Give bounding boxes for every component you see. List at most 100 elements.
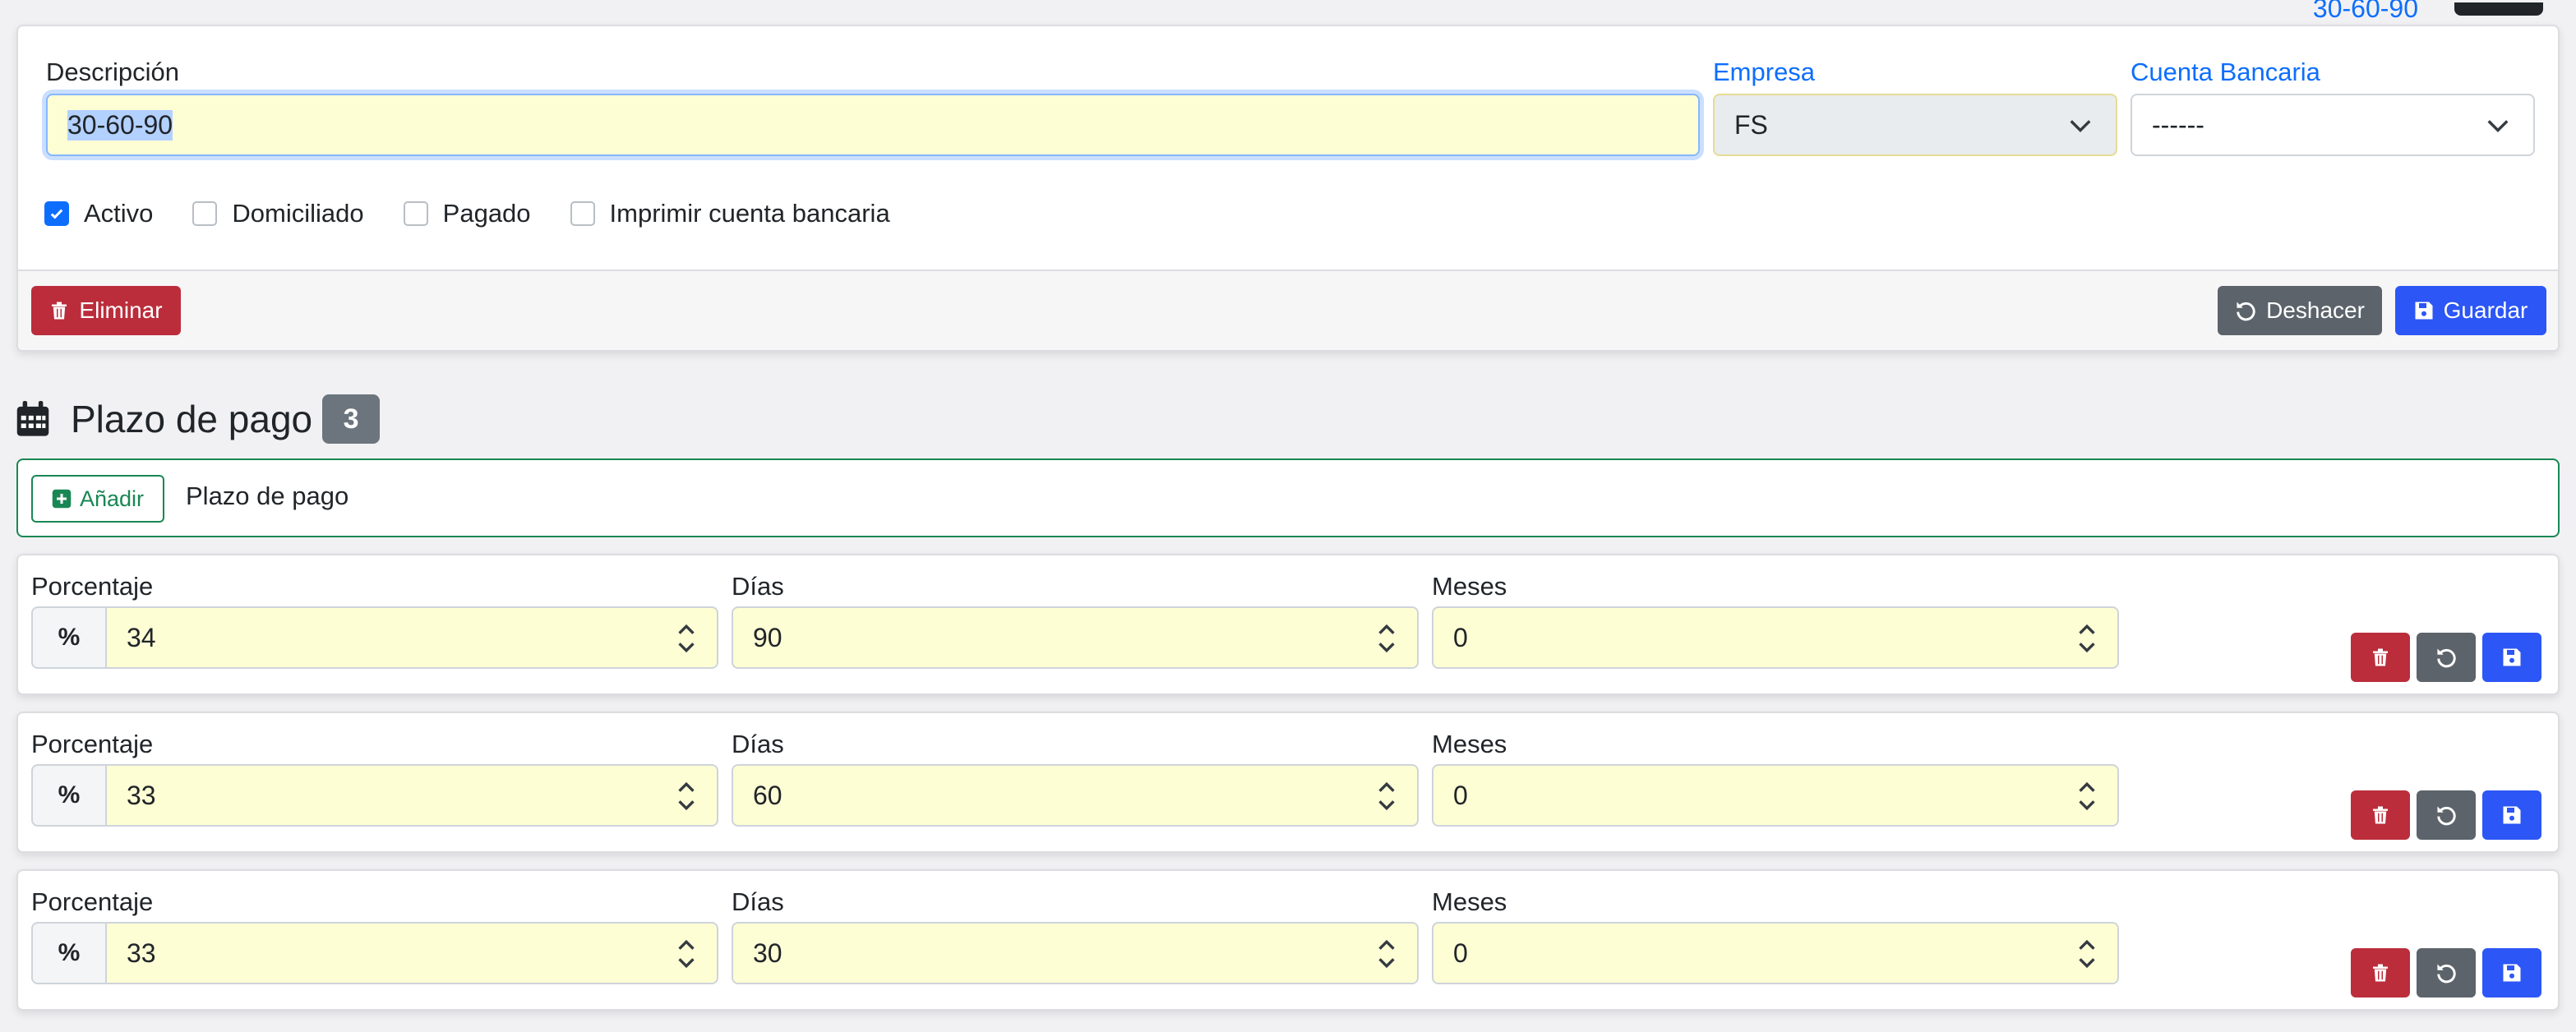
trash-icon [2373,806,2388,824]
meses-value: 0 [1453,622,1468,652]
domiciliado-label: Domiciliado [232,199,364,228]
undo-row-button[interactable] [2417,633,2476,682]
spinner-arrows-icon[interactable] [677,938,695,970]
dias-input[interactable]: 60 [732,764,1419,827]
descripcion-label: Descripción [46,58,179,86]
meses-input[interactable]: 0 [1432,606,2119,669]
payment-term-row: Porcentaje Días Meses % 33 30 0 [16,869,2560,1011]
meses-label: Meses [1432,572,1507,601]
top-clipped-area: 30-60-90 [2313,0,2543,24]
top-link[interactable]: 30-60-90 [2313,0,2418,24]
floppy-disk-icon [2415,302,2433,320]
dias-value: 90 [753,622,782,652]
eliminar-button[interactable]: Eliminar [31,286,181,335]
calendar-icon [16,401,49,436]
undo-row-button[interactable] [2417,948,2476,997]
guardar-button[interactable]: Guardar [2395,286,2546,335]
dias-input[interactable]: 30 [732,922,1419,984]
dias-input[interactable]: 90 [732,606,1419,669]
delete-row-button[interactable] [2351,948,2410,997]
meses-input[interactable]: 0 [1432,922,2119,984]
porcentaje-input[interactable]: 34 [105,606,718,669]
section-header: Plazo de pago 3 [15,394,381,444]
payment-term-row: Porcentaje Días Meses % 34 90 0 [16,554,2560,695]
save-row-button[interactable] [2482,633,2541,682]
imprimir-cuenta-bancaria-checkbox[interactable]: Imprimir cuenta bancaria [570,199,890,228]
checkmark-icon [50,209,63,219]
spinner-arrows-icon[interactable] [677,623,695,654]
meses-label: Meses [1432,730,1507,758]
eliminar-label: Eliminar [79,297,163,323]
empresa-select[interactable]: FS [1713,94,2117,156]
cuenta-bancaria-label[interactable]: Cuenta Bancaria [2131,58,2320,87]
save-row-button[interactable] [2482,948,2541,997]
trash-icon [52,302,67,320]
pagado-label: Pagado [442,199,531,228]
descripcion-input[interactable]: 30-60-90 [46,94,1700,156]
chevron-down-icon [2070,120,2091,133]
checkbox-row: Activo Domiciliado Pagado Imprimir cuent… [44,199,930,228]
spinner-arrows-icon[interactable] [1378,781,1396,812]
pagado-checkbox[interactable]: Pagado [403,199,531,228]
spinner-arrows-icon[interactable] [2078,781,2096,812]
spinner-arrows-icon[interactable] [1378,938,1396,970]
dias-value: 30 [753,938,782,968]
delete-row-button[interactable] [2351,790,2410,840]
meses-value: 0 [1453,938,1468,968]
count-badge: 3 [322,394,381,444]
percent-icon: % [31,606,107,669]
empresa-label[interactable]: Empresa [1713,58,1815,87]
guardar-label: Guardar [2443,297,2528,323]
dias-label: Días [732,730,784,758]
porcentaje-value: 34 [127,622,156,652]
spinner-arrows-icon[interactable] [2078,938,2096,970]
payment-term-row: Porcentaje Días Meses % 33 60 0 [16,712,2560,853]
payment-method-form-card: Descripción 30-60-90 Empresa FS Cuenta B… [16,25,2560,352]
dias-label: Días [732,887,784,916]
floppy-disk-icon [2503,648,2521,666]
spinner-arrows-icon[interactable] [1378,623,1396,654]
meses-input[interactable]: 0 [1432,764,2119,827]
porcentaje-input[interactable]: 33 [105,764,718,827]
checkbox-unchecked[interactable] [570,201,595,226]
porcentaje-input-group: % 33 [31,922,718,984]
porcentaje-value: 33 [127,780,156,810]
spinner-arrows-icon[interactable] [2078,623,2096,654]
porcentaje-label: Porcentaje [31,887,154,916]
save-row-button[interactable] [2482,790,2541,840]
percent-icon: % [31,764,107,827]
chevron-down-icon [2487,120,2509,133]
anadir-label: Añadir [79,486,145,511]
undo-row-button[interactable] [2417,790,2476,840]
deshacer-button[interactable]: Deshacer [2218,286,2382,335]
porcentaje-label: Porcentaje [31,730,154,758]
top-dark-button[interactable] [2454,2,2543,16]
imprimir-cuenta-bancaria-label: Imprimir cuenta bancaria [609,199,890,228]
descripcion-value: 30-60-90 [67,109,173,141]
deshacer-label: Deshacer [2266,297,2365,323]
plus-square-icon [52,489,72,509]
delete-row-button[interactable] [2351,633,2410,682]
domiciliado-checkbox[interactable]: Domiciliado [192,199,364,228]
meses-label: Meses [1432,887,1507,916]
checkbox-unchecked[interactable] [192,201,218,226]
anadir-button[interactable]: Añadir [31,475,164,523]
checkbox-unchecked[interactable] [403,201,428,226]
spinner-arrows-icon[interactable] [677,781,695,812]
activo-label: Activo [84,199,154,228]
porcentaje-input[interactable]: 33 [105,922,718,984]
form-body: Descripción 30-60-90 Empresa FS Cuenta B… [18,26,2558,274]
activo-checkbox[interactable]: Activo [44,199,153,228]
porcentaje-label: Porcentaje [31,572,154,601]
dias-value: 60 [753,780,782,810]
checkbox-checked[interactable] [44,201,69,226]
undo-icon [2437,648,2456,668]
meses-value: 0 [1453,780,1468,810]
porcentaje-value: 33 [127,938,156,968]
empresa-value: FS [1734,109,1768,140]
section-title: Plazo de pago [71,398,313,440]
porcentaje-input-group: % 33 [31,764,718,827]
form-footer: Eliminar Deshacer Guardar [18,270,2558,350]
cuenta-bancaria-select[interactable]: ------ [2131,94,2535,156]
undo-icon [2237,302,2255,321]
